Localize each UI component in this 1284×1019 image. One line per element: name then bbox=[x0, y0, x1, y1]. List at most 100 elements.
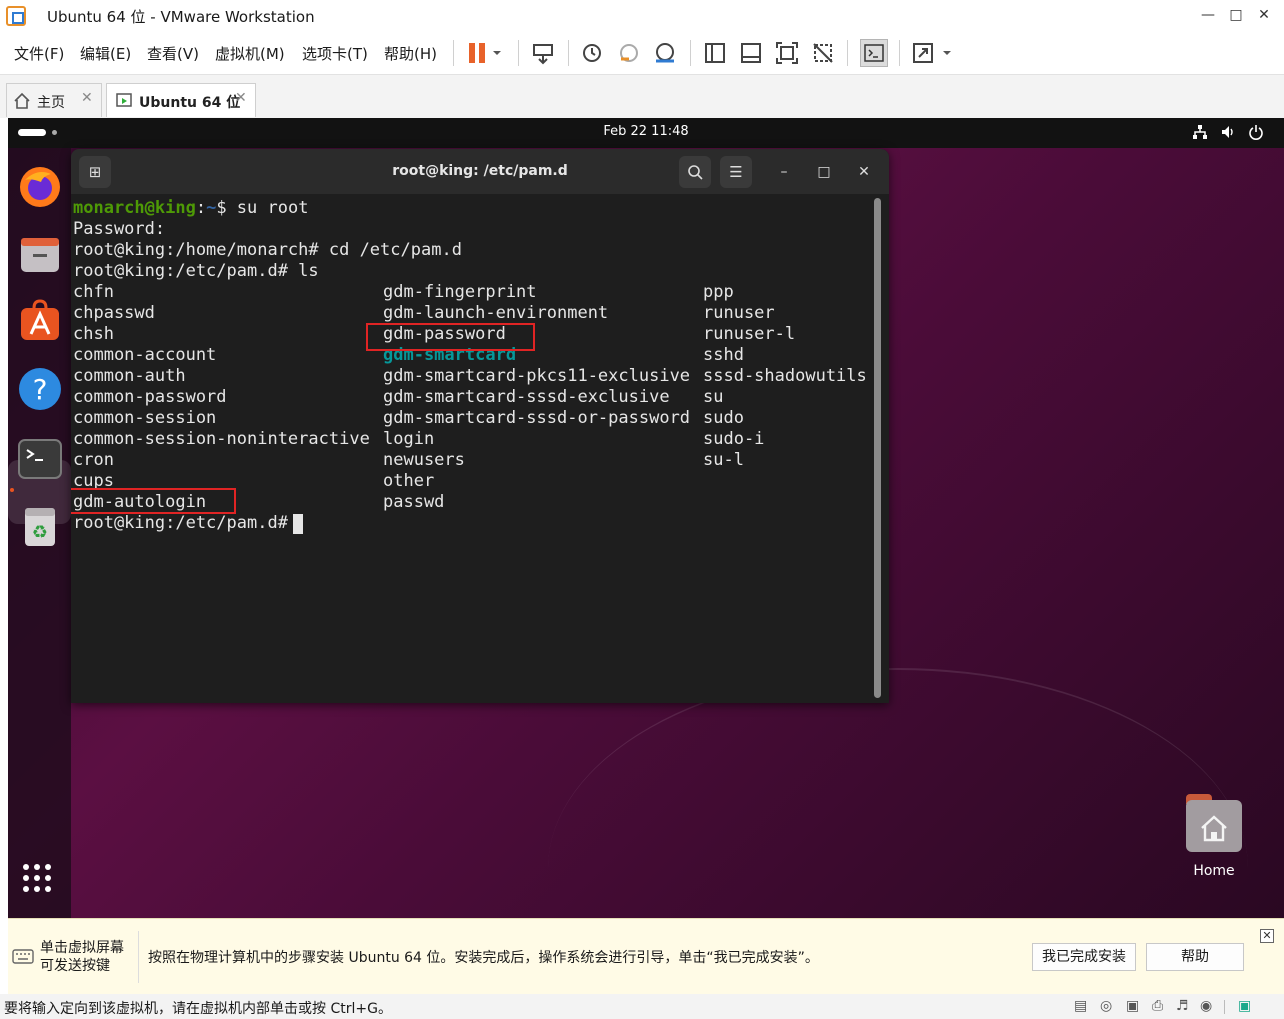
install-hint-bar: 单击虚拟屏幕 可发送按键 按照在物理计算机中的步骤安装 Ubuntu 64 位。… bbox=[8, 918, 1284, 994]
list-item: passwd bbox=[383, 492, 445, 512]
close-tab-icon[interactable]: ✕ bbox=[81, 90, 93, 106]
toolbar-separator bbox=[899, 40, 900, 66]
volume-icon[interactable] bbox=[1220, 124, 1236, 144]
firefox-icon[interactable] bbox=[17, 164, 63, 210]
prompt-user: monarch@king bbox=[73, 198, 196, 218]
search-icon[interactable] bbox=[679, 156, 711, 188]
list-item: login bbox=[383, 429, 435, 449]
revert-snapshot-icon[interactable] bbox=[617, 41, 641, 65]
hard-disk-icon[interactable]: ▤ bbox=[1074, 998, 1087, 1014]
sound-card-icon[interactable]: ♬ bbox=[1176, 998, 1189, 1014]
command-line: root@king:/etc/pam.d# ls bbox=[73, 261, 319, 281]
tab-ubuntu[interactable]: Ubuntu 64 位 ✕ bbox=[106, 83, 256, 117]
close-button[interactable]: ✕ bbox=[1252, 4, 1276, 26]
menu-toolbar: 文件(F) 编辑(E) 查看(V) 虚拟机(M) 选项卡(T) 帮助(H) bbox=[0, 32, 1284, 74]
send-ctrl-alt-del-icon[interactable] bbox=[531, 41, 555, 65]
unity-mode-icon[interactable] bbox=[811, 41, 835, 65]
command-line: root@king:/home/monarch# cd /etc/pam.d bbox=[73, 240, 462, 260]
network-adapter-icon[interactable]: ▣ bbox=[1126, 998, 1139, 1014]
list-item: chfn bbox=[73, 282, 114, 302]
terminal-output[interactable]: monarch@king:~$ su root Password: root@k… bbox=[71, 194, 889, 703]
list-item: gdm-smartcard-sssd-exclusive bbox=[383, 387, 670, 407]
close-hint-icon[interactable]: ✕ bbox=[1260, 929, 1274, 943]
full-screen-icon[interactable] bbox=[775, 41, 799, 65]
vm-screen[interactable]: Feb 22 11:48 ? ♻ ⊞ root@king: /etc/pam.d… bbox=[8, 118, 1284, 918]
toolbar-separator bbox=[518, 40, 519, 66]
list-item: other bbox=[383, 471, 435, 491]
hint-divider bbox=[138, 931, 139, 983]
clock[interactable]: Feb 22 11:48 bbox=[8, 124, 1284, 139]
list-item: sssd-shadowutils bbox=[703, 366, 867, 386]
close-icon[interactable]: ✕ bbox=[848, 156, 880, 188]
cd-dvd-icon[interactable]: ◎ bbox=[1100, 998, 1112, 1014]
chevron-down-icon[interactable] bbox=[490, 41, 504, 65]
list-item: newusers bbox=[383, 450, 465, 470]
power-icon[interactable] bbox=[1248, 124, 1264, 144]
menu-vm[interactable]: 虚拟机(M) bbox=[215, 43, 285, 64]
list-item: ppp bbox=[703, 282, 734, 302]
list-item: gdm-fingerprint bbox=[383, 282, 537, 302]
library-view-icon[interactable] bbox=[703, 41, 727, 65]
title-bar: Ubuntu 64 位 - VMware Workstation — □ ✕ bbox=[0, 0, 1284, 32]
tab-label: 主页 bbox=[37, 95, 65, 111]
snapshot-icon[interactable] bbox=[580, 41, 604, 65]
prompt-path: ~ bbox=[206, 198, 217, 218]
finished-install-button[interactable]: 我已完成安装 bbox=[1032, 943, 1136, 971]
home-folder-label[interactable]: Home bbox=[1168, 863, 1260, 879]
app-grid-icon[interactable] bbox=[17, 858, 63, 904]
terminal-scrollbar[interactable] bbox=[874, 198, 881, 698]
status-bar: 要将输入定向到该虚拟机，请在虚拟机内部单击或按 Ctrl+G。 ▤ ◎ ▣ ⎙ … bbox=[0, 994, 1284, 1019]
minimize-icon[interactable]: – bbox=[768, 156, 800, 188]
help-icon[interactable]: ? bbox=[17, 366, 63, 412]
stretch-guest-icon[interactable] bbox=[911, 41, 935, 65]
trash-icon[interactable]: ♻ bbox=[17, 504, 63, 550]
app-center-icon[interactable] bbox=[17, 298, 63, 344]
highlight-box-gdm-autologin bbox=[71, 488, 236, 514]
svg-text:?: ? bbox=[33, 373, 48, 406]
console-view-icon[interactable] bbox=[860, 39, 888, 67]
command-line: root@king:/etc/pam.d# bbox=[73, 513, 299, 533]
terminal-icon[interactable] bbox=[17, 436, 63, 482]
home-icon bbox=[13, 92, 31, 114]
output-line: Password: bbox=[73, 219, 166, 239]
text-cursor bbox=[293, 514, 303, 534]
close-tab-icon[interactable]: ✕ bbox=[235, 90, 247, 106]
hamburger-menu-icon[interactable]: ☰ bbox=[720, 156, 752, 188]
list-item: chsh bbox=[73, 324, 114, 344]
svg-text:♻: ♻ bbox=[32, 522, 48, 543]
chevron-down-icon[interactable] bbox=[940, 41, 954, 65]
home-folder-icon[interactable] bbox=[1186, 800, 1242, 852]
toolbar-separator bbox=[568, 40, 569, 66]
toolbar-separator bbox=[690, 40, 691, 66]
hint-message: 按照在物理计算机中的步骤安装 Ubuntu 64 位。安装完成后，操作系统会进行… bbox=[148, 950, 819, 966]
toolbar-separator bbox=[453, 40, 454, 66]
hint-line-2: 可发送按键 bbox=[40, 958, 110, 974]
list-item: su-l bbox=[703, 450, 744, 470]
printer-icon[interactable]: ⎙ bbox=[1152, 998, 1163, 1014]
minimize-button[interactable]: — bbox=[1196, 4, 1220, 26]
command-text: $ su root bbox=[216, 198, 309, 218]
list-item: common-session-noninteractive bbox=[73, 429, 370, 449]
menu-file[interactable]: 文件(F) bbox=[14, 43, 64, 64]
pause-icon[interactable] bbox=[466, 41, 490, 65]
help-button[interactable]: 帮助 bbox=[1146, 943, 1244, 971]
menu-tabs[interactable]: 选项卡(T) bbox=[302, 43, 368, 64]
usb-device-icon[interactable]: ◉ bbox=[1200, 998, 1212, 1014]
menu-view[interactable]: 查看(V) bbox=[147, 43, 199, 64]
message-log-icon[interactable]: ▣ bbox=[1238, 998, 1251, 1014]
list-item: common-session bbox=[73, 408, 217, 428]
menu-edit[interactable]: 编辑(E) bbox=[80, 43, 131, 64]
menu-help[interactable]: 帮助(H) bbox=[384, 43, 437, 64]
thumbnail-view-icon[interactable] bbox=[739, 41, 763, 65]
list-item: chpasswd bbox=[73, 303, 155, 323]
list-item: runuser bbox=[703, 303, 775, 323]
gnome-top-bar: Feb 22 11:48 bbox=[8, 118, 1284, 148]
files-icon[interactable] bbox=[17, 232, 63, 278]
network-icon[interactable] bbox=[1192, 124, 1208, 144]
tab-home[interactable]: 主页 ✕ bbox=[6, 83, 102, 117]
terminal-header-bar: ⊞ root@king: /etc/pam.d ☰ – □ ✕ bbox=[71, 149, 889, 194]
snapshot-manager-icon[interactable] bbox=[653, 41, 677, 65]
terminal-window[interactable]: ⊞ root@king: /etc/pam.d ☰ – □ ✕ monarch@… bbox=[71, 149, 889, 703]
maximize-icon[interactable]: □ bbox=[808, 156, 840, 188]
maximize-button[interactable]: □ bbox=[1224, 4, 1248, 26]
